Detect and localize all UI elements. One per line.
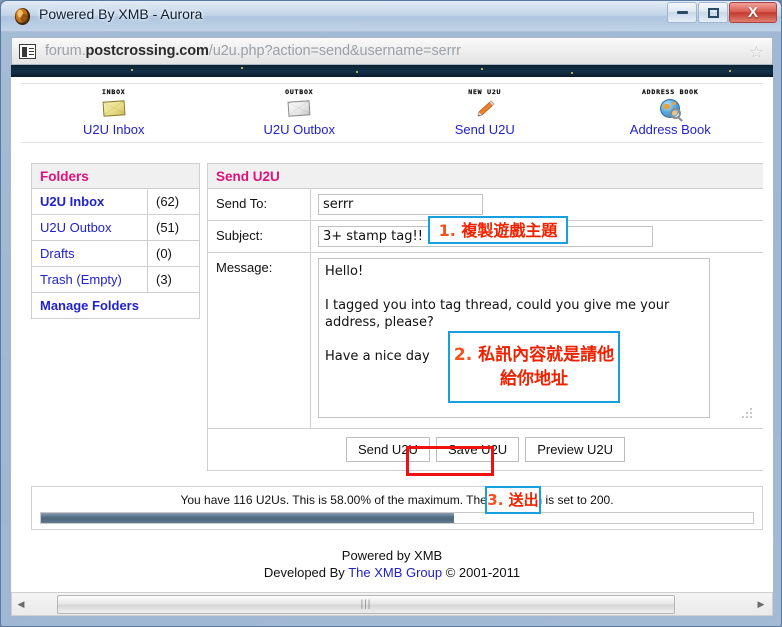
minimize-icon [668, 3, 696, 22]
quota-panel: You have 116 U2Us. This is 58.00% of the… [31, 486, 763, 530]
scroll-left-arrow-icon[interactable]: ◀ [12, 593, 30, 615]
footer-line-1: Powered by XMB [341, 548, 443, 563]
folder-row-manage-folders[interactable]: Manage Folders [32, 293, 199, 319]
page-footer: Powered by XMB Developed By The XMB Grou… [11, 547, 773, 581]
nav-item-u2u-outbox[interactable]: OUTBOX U2U Outbox [207, 84, 393, 142]
nav-label-u2u-inbox: U2U Inbox [83, 122, 145, 137]
nav-pixel-label-inbox: INBOX [101, 88, 126, 96]
nav-label-u2u-outbox: U2U Outbox [263, 122, 336, 137]
annotation-3-text: 送出 [508, 490, 539, 509]
folder-name-drafts[interactable]: Drafts [32, 246, 147, 261]
globe-search-icon [657, 97, 683, 119]
manage-folders-link[interactable]: Manage Folders [32, 298, 199, 313]
url-text: forum.postcrossing.com/u2u.php?action=se… [45, 43, 461, 59]
annotation-2-text: 私訊內容就是請他 給你地址 [478, 345, 615, 389]
close-button[interactable]: X [729, 2, 777, 23]
app-logo-icon [14, 7, 31, 26]
address-bar-container: forum.postcrossing.com/u2u.php?action=se… [11, 37, 773, 65]
footer-suffix: © 2001-2011 [442, 565, 521, 580]
annotation-2-number: 2. [453, 345, 473, 365]
folder-row-u2u-inbox[interactable]: U2U Inbox (62) [32, 189, 199, 215]
form-row-buttons: Send U2U Save U2U Preview U2U [208, 429, 763, 471]
url-path: /u2u.php?action=send&username=serrr [208, 43, 461, 59]
message-label: Message: [208, 253, 311, 428]
outbox-envelope-icon [286, 97, 312, 119]
footer-line-2: Developed By The XMB Group © 2001-2011 [11, 564, 773, 581]
scroll-right-arrow-icon[interactable]: ▶ [752, 593, 770, 615]
folder-count-drafts: (0) [147, 241, 199, 266]
quota-progress-bar [40, 512, 754, 524]
inbox-envelope-icon [101, 97, 127, 119]
nav-pixel-label-outbox: OUTBOX [285, 88, 314, 96]
footer-prefix: Developed By [263, 565, 349, 580]
folder-name-trash[interactable]: Trash (Empty) [32, 272, 147, 287]
form-header: Send U2U [208, 164, 763, 189]
annotation-3-number: 3. [487, 490, 504, 509]
minimize-button[interactable] [667, 2, 697, 23]
maximize-icon [699, 3, 727, 22]
folders-header: Folders [32, 164, 199, 189]
save-u2u-button[interactable]: Save U2U [435, 437, 520, 462]
nav-pixel-label-new-u2u: NEW U2U [468, 88, 502, 96]
url-domain: postcrossing.com [85, 43, 209, 59]
send-u2u-form: Send U2U Send To: Subject: Message: Hell… [207, 163, 763, 471]
send-to-input[interactable] [318, 194, 483, 215]
address-bar[interactable]: forum.postcrossing.com/u2u.php?action=se… [11, 37, 773, 65]
annotation-1-number: 1. [438, 220, 456, 240]
folder-row-trash[interactable]: Trash (Empty) (3) [32, 267, 199, 293]
annotation-2-body: 2. 私訊內容就是請他 給你地址 [454, 343, 614, 391]
browser-window: Powered By XMB - Aurora X forum.postcros… [0, 0, 782, 627]
favorite-star-icon[interactable]: ☆ [749, 43, 764, 63]
title-bar: Powered By XMB - Aurora X [1, 1, 781, 32]
annotation-1-text: 複製遊戲主題 [461, 220, 558, 240]
nav-label-send-u2u: Send U2U [454, 122, 515, 137]
folder-row-u2u-outbox[interactable]: U2U Outbox (51) [32, 215, 199, 241]
folder-row-drafts[interactable]: Drafts (0) [32, 241, 199, 267]
annotation-2: 2. 私訊內容就是請他 給你地址 [448, 331, 620, 403]
page-icon [19, 43, 36, 59]
nav-pixel-label-address-book: ADDRESS BOOK [641, 88, 699, 96]
scrollbar-grip-icon: ||| [360, 598, 372, 610]
form-buttons: Send U2U Save U2U Preview U2U [208, 429, 763, 470]
close-icon: X [747, 4, 758, 21]
maximize-button[interactable] [698, 2, 728, 23]
horizontal-scrollbar[interactable]: ◀ ||| ▶ [11, 592, 773, 616]
folder-count-trash: (3) [147, 267, 199, 292]
subject-label: Subject: [208, 221, 311, 252]
desktop-background-strip [11, 65, 773, 77]
folder-name-u2u-inbox[interactable]: U2U Inbox [32, 194, 147, 209]
folder-count-u2u-outbox: (51) [147, 215, 199, 240]
send-to-label: Send To: [208, 189, 311, 220]
annotation-1: 1. 複製遊戲主題 [428, 216, 568, 244]
folder-count-u2u-inbox: (62) [147, 189, 199, 214]
preview-u2u-button[interactable]: Preview U2U [525, 437, 626, 462]
pencil-icon [472, 97, 498, 119]
u2u-nav-bar: INBOX U2U Inbox OUTBOX U2U Outbox NEW U2… [21, 83, 763, 143]
scrollbar-thumb[interactable]: ||| [57, 594, 675, 614]
nav-item-send-u2u[interactable]: NEW U2U Send U2U [392, 84, 578, 142]
folder-name-u2u-outbox[interactable]: U2U Outbox [32, 220, 147, 235]
resize-grip-icon[interactable] [742, 408, 753, 419]
url-prefix: forum. [45, 43, 86, 59]
page-content: INBOX U2U Inbox OUTBOX U2U Outbox NEW U2… [11, 77, 773, 592]
window-controls: X [666, 2, 777, 23]
folders-panel: Folders U2U Inbox (62) U2U Outbox (51) D… [31, 163, 200, 319]
window-title: Powered By XMB - Aurora [39, 6, 203, 22]
annotation-3: 3. 送出 [485, 486, 541, 514]
send-u2u-button[interactable]: Send U2U [345, 437, 430, 462]
xmb-group-link[interactable]: The XMB Group [348, 565, 442, 580]
nav-item-u2u-inbox[interactable]: INBOX U2U Inbox [21, 84, 207, 142]
quota-progress-fill [41, 513, 454, 523]
quota-text: You have 116 U2Us. This is 58.00% of the… [180, 493, 614, 507]
nav-item-address-book[interactable]: ADDRESS BOOK Address Book [578, 84, 764, 142]
nav-label-address-book: Address Book [629, 122, 711, 137]
